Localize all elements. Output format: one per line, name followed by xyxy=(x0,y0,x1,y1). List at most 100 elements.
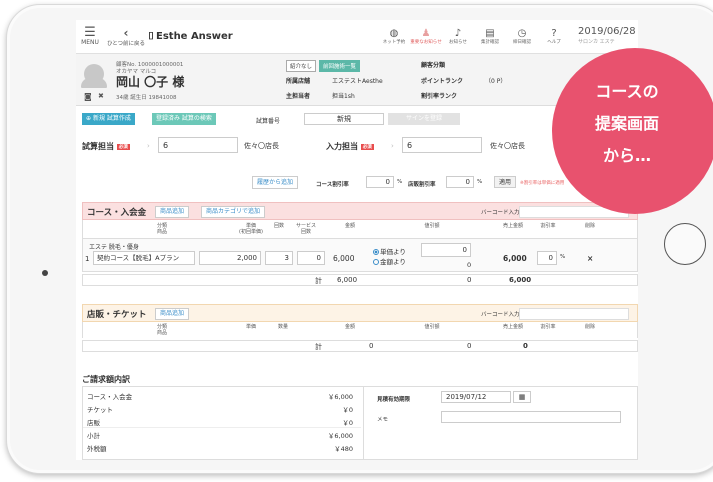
app-logo: ⌷ Esthe Answer xyxy=(148,31,288,42)
memo-label: メモ xyxy=(377,417,389,423)
store-label: 所属店舗 xyxy=(286,78,311,85)
new-trial-button[interactable]: ⊕ 新規 試算作成 xyxy=(82,113,135,125)
add-product-button[interactable]: 商品追加 xyxy=(155,206,190,218)
bill-row-value: ￥480 xyxy=(334,445,353,453)
shop-table-header: 分類 商品 単価 数量 金額 値引額 売上金額 割引率 削除 xyxy=(82,322,638,338)
col-count: 回数 xyxy=(273,223,284,229)
required-badge: 必須 xyxy=(116,143,130,150)
date-sub: サロンカ エステ xyxy=(578,38,615,45)
trial-staff-code-input[interactable]: 6 xyxy=(158,137,238,153)
rate-percent: % xyxy=(560,254,566,260)
course-section-header: コース・入会金 商品追加 商品カテゴリで追加 バーコード入力 xyxy=(82,202,638,220)
billing-box: コース・入会金 ￥6,000 チケット ￥0 店販 ￥0 小計 ￥6,000 外… xyxy=(82,386,638,460)
shop-add-product-button[interactable]: 商品追加 xyxy=(155,308,190,320)
globe-icon: ◍ xyxy=(389,28,399,39)
row-sales: 6,000 xyxy=(503,254,527,263)
trial-staff-label: 試算担当 必須 xyxy=(82,142,130,151)
store-rate-label: 店販割引率 xyxy=(408,182,436,188)
discount-input[interactable]: 0 xyxy=(421,243,471,257)
bill-row-label: チケット xyxy=(87,406,113,414)
shop-barcode-input[interactable] xyxy=(519,308,629,320)
trial-no-value: 新規 xyxy=(304,113,384,125)
memo-input[interactable] xyxy=(441,411,621,423)
category-label: 顧客分類 xyxy=(421,62,446,69)
total-amount: 0 xyxy=(369,342,374,350)
new-trial-label: 新規 試算作成 xyxy=(92,115,131,122)
apply-button[interactable]: 適用 xyxy=(494,176,517,188)
total-amount: 6,000 xyxy=(337,276,358,284)
valid-until-input[interactable]: 2019/07/12 xyxy=(441,391,511,403)
tag-history[interactable]: 前回施術一覧 xyxy=(319,60,361,72)
nav-help[interactable]: ? ヘルプ xyxy=(538,28,570,45)
bill-row-label: コース・入会金 xyxy=(87,393,133,401)
back-button[interactable]: ‹ ひとつ前に戻る xyxy=(104,27,148,47)
percent-sign: % xyxy=(397,179,403,185)
col-category: 分類 商品 xyxy=(156,223,167,235)
nav-label: 重要なお知らせ xyxy=(410,40,442,45)
nav-closing[interactable]: ◷ 締日確認 xyxy=(506,28,538,45)
radio-unit-price[interactable]: 単価より xyxy=(373,246,406,256)
nav-notice[interactable]: ♪ お知らせ xyxy=(442,28,474,45)
back-label: ひとつ前に戻る xyxy=(106,40,146,47)
col-sales: 売上金額 xyxy=(502,223,523,229)
col-rate: 割引率 xyxy=(540,324,556,330)
divider xyxy=(83,427,361,428)
top-nav: ☰ MENU ‹ ひとつ前に戻る ⌷ Esthe Answer ◍ ネット予約 ♟ 重… xyxy=(76,20,638,54)
home-button[interactable] xyxy=(664,223,706,265)
trial-no-label: 試算番号 xyxy=(256,118,281,125)
nav-label: 締日確認 xyxy=(513,40,531,45)
sign-register-button[interactable]: サインを登録 xyxy=(388,113,460,125)
main-staff-value: 担当1sh xyxy=(332,93,355,100)
nav-report[interactable]: ▤ 集計確認 xyxy=(474,28,506,45)
input-staff-name: 佐々〇店長 xyxy=(490,142,525,150)
menu-button[interactable]: ☰ MENU xyxy=(76,26,104,46)
report-icon: ▤ xyxy=(485,28,495,39)
course-section-title: コース・入会金 xyxy=(87,208,147,218)
service-count-input[interactable]: 0 xyxy=(297,251,325,265)
total-label: 計 xyxy=(315,277,322,285)
shop-section-header: 店販・チケット 商品追加 バーコード入力 xyxy=(82,304,638,322)
camera-icon[interactable]: ◙ xyxy=(84,92,92,101)
nav-label: お知らせ xyxy=(449,40,467,45)
bill-row-label: 小計 xyxy=(87,432,100,440)
add-from-history-button[interactable]: 履歴から追加 xyxy=(252,176,299,189)
bill-row-label: 店販 xyxy=(87,419,100,427)
rate-input[interactable]: 0 xyxy=(537,251,557,265)
col-unit-price: 単価 xyxy=(245,324,256,330)
nav-label: 集計確認 xyxy=(481,40,499,45)
row-index: 1 xyxy=(85,255,90,263)
bill-row-value: ￥6,000 xyxy=(327,432,353,440)
unit-price-input[interactable]: 2,000 xyxy=(199,251,261,265)
col-category: 分類 商品 xyxy=(156,324,167,336)
camera-dot xyxy=(42,270,48,276)
close-icon[interactable]: ✖ xyxy=(98,92,104,100)
calendar-icon[interactable]: ▦ xyxy=(513,391,531,403)
nav-net-reservation[interactable]: ◍ ネット予約 xyxy=(378,28,410,45)
product-name-field[interactable]: 契約コース【脱毛】Aプラン xyxy=(93,251,195,265)
col-rate: 割引率 xyxy=(540,223,556,229)
input-staff-code-input[interactable]: 6 xyxy=(402,137,482,153)
tag-referral[interactable]: 紹介なし xyxy=(286,60,317,72)
store-rate-input[interactable]: 0 xyxy=(446,176,474,188)
customer-name: 岡山 〇子 様 xyxy=(116,75,185,89)
nav-label: ヘルプ xyxy=(547,40,561,45)
chevron-left-icon: ‹ xyxy=(123,25,129,40)
logo-text: Esthe Answer xyxy=(156,31,233,42)
count-input[interactable]: 3 xyxy=(265,251,293,265)
add-by-category-button[interactable]: 商品カテゴリで追加 xyxy=(201,206,266,218)
discount-note: ※割引率は単価に適用 xyxy=(520,181,565,186)
total-sales: 6,000 xyxy=(509,276,532,284)
total-label: 計 xyxy=(315,343,322,351)
radio-amount[interactable]: 金額より xyxy=(373,256,406,266)
nav-important-notice[interactable]: ♟ 重要なお知らせ xyxy=(410,28,442,45)
col-discount: 値引額 xyxy=(424,324,440,330)
delete-row-icon[interactable]: × xyxy=(587,254,593,263)
search-trial-button[interactable]: 登録済み 試算の検索 xyxy=(152,113,216,125)
col-qty: 数量 xyxy=(277,324,288,330)
row-category: エステ 脱毛・優身 xyxy=(89,244,139,251)
valid-until-label: 見積有効期限 xyxy=(377,397,411,403)
clock-icon: ◷ xyxy=(517,28,527,39)
bill-row-label: 外税額 xyxy=(87,445,107,453)
course-rate-input[interactable]: 0 xyxy=(366,176,394,188)
discount-sub: 0 xyxy=(467,261,472,269)
